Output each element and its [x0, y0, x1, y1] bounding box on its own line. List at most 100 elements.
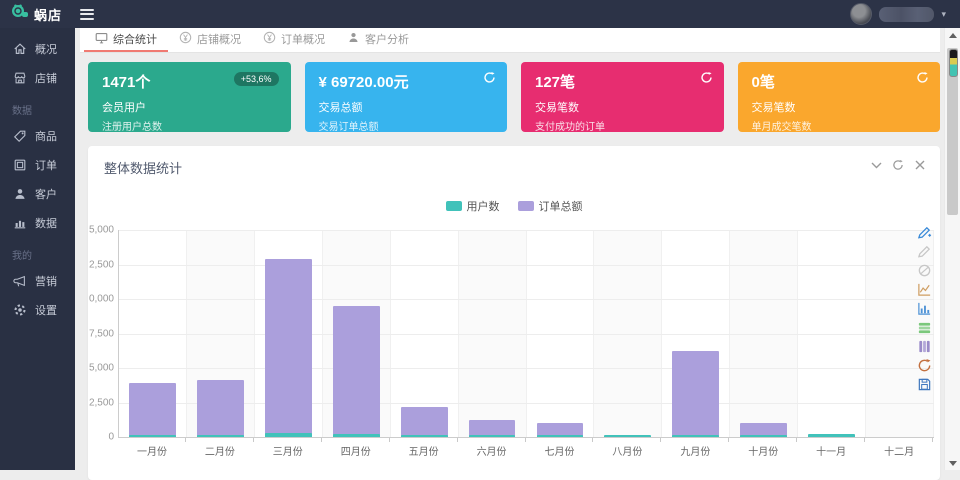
- sidebar-item-shop[interactable]: 店铺: [0, 63, 75, 92]
- tiled-icon[interactable]: [916, 338, 932, 354]
- x-axis-tick: [729, 438, 798, 442]
- sidebar-item-marketing[interactable]: 营销: [0, 266, 75, 295]
- stat-value: ¥ 69720.00元: [318, 74, 409, 91]
- hamburger-menu-icon[interactable]: [80, 8, 95, 20]
- stat-sublabel: 注册用户总数: [102, 122, 162, 133]
- tab-customer-analysis[interactable]: 客户分析: [336, 28, 420, 52]
- legend-item-order-total[interactable]: 订单总额: [517, 198, 583, 214]
- y-axis-label: 7,500: [88, 328, 114, 339]
- bar-订单总额-五月份: [400, 407, 448, 437]
- sidebar-item-label: 店铺: [35, 72, 57, 85]
- tab-label: 综合统计: [113, 34, 157, 46]
- tag-icon: [13, 129, 27, 143]
- person-icon: [347, 31, 360, 47]
- user-avatar[interactable]: [850, 3, 873, 25]
- page-scrollbar[interactable]: [944, 28, 960, 470]
- stat-card-members: 1471个 +53,6% 会员用户 注册用户总数: [88, 62, 291, 133]
- stat-card-revenue: ¥ 69720.00元 交易总额 交易订单总额: [304, 62, 507, 133]
- x-axis-label: 十二月: [884, 447, 915, 458]
- sidebar-item-goods[interactable]: 商品: [0, 121, 75, 150]
- y-axis-label: 5,000: [88, 362, 114, 374]
- bar-订单总额-二月份: [196, 380, 244, 437]
- bar-用户数-一月份: [129, 435, 176, 437]
- stat-label: 会员用户: [102, 102, 146, 114]
- sidebar-item-label: 营销: [35, 275, 57, 288]
- sidebar-item-settings[interactable]: 设置: [0, 295, 75, 324]
- legend-item-users[interactable]: 用户数: [445, 198, 500, 214]
- legend-label: 订单总额: [538, 201, 583, 213]
- save-image-icon[interactable]: [916, 376, 932, 392]
- marketing-icon: [13, 274, 27, 288]
- sidebar-item-label: 概况: [35, 43, 57, 56]
- pencil-disabled-icon[interactable]: [916, 243, 932, 259]
- x-axis-tick: [186, 438, 254, 442]
- bar-用户数-八月份: [604, 435, 652, 437]
- shop-icon: [13, 71, 27, 85]
- stat-label: 交易笔数: [751, 102, 796, 114]
- tab-overall-stats[interactable]: 综合统计: [84, 28, 168, 52]
- sidebar-section-header-data: 数据: [12, 106, 32, 117]
- x-axis-ticks: [118, 438, 934, 442]
- annotate-pencil-icon[interactable]: [916, 224, 932, 240]
- user-name-redacted[interactable]: [879, 6, 935, 22]
- x-axis-label: 五月份: [408, 447, 439, 458]
- sidebar-item-data[interactable]: 数据: [0, 208, 75, 237]
- restore-icon[interactable]: [916, 357, 932, 373]
- refresh-icon[interactable]: [892, 159, 904, 171]
- stat-cards-row: 1471个 +53,6% 会员用户 注册用户总数 ¥ 69720.00元 交易总…: [88, 62, 940, 133]
- gridline: [119, 333, 934, 335]
- stat-sublabel: 交易订单总额: [318, 122, 379, 133]
- chart-panel: 整体数据统计 用户数 订单总额 一月份 二月份 三月份 四月份 五月份 六月份 七月份 八月份…: [88, 146, 940, 480]
- switch-line-chart-icon[interactable]: [916, 281, 932, 297]
- x-axis-label: 二月份: [204, 447, 235, 458]
- stat-value: 127笔: [535, 74, 576, 91]
- sidebar-item-label: 商品: [35, 130, 57, 143]
- refresh-icon[interactable]: [700, 71, 713, 84]
- sidebar-item-overview[interactable]: 概况: [0, 34, 75, 63]
- stat-card-monthly-transactions: 0笔 交易笔数 单月成交笔数: [737, 62, 940, 133]
- growth-badge: +53,6%: [233, 72, 279, 86]
- brand-logo[interactable]: 蜗店: [0, 4, 62, 24]
- sidebar-item-orders[interactable]: 订单: [0, 150, 75, 179]
- gridline: [119, 368, 934, 369]
- gridline: [119, 299, 934, 300]
- x-axis-tick: [458, 438, 526, 442]
- eraser-icon[interactable]: [916, 262, 932, 278]
- gear-icon: [13, 303, 27, 317]
- x-axis-label: 十月份: [748, 447, 779, 458]
- scrollbar-up-arrow[interactable]: [945, 28, 960, 42]
- switch-bar-chart-icon[interactable]: [916, 300, 932, 316]
- x-axis-tick: [661, 438, 730, 442]
- tab-order-overview[interactable]: 订单概况: [252, 28, 336, 52]
- bar-订单总额-九月份: [672, 351, 720, 437]
- bar-用户数-二月份: [196, 434, 244, 437]
- tab-shop-overview[interactable]: 店铺概况: [168, 28, 252, 52]
- x-axis-label: 八月份: [612, 447, 643, 458]
- sidebar-section-header-mine: 我的: [12, 251, 32, 262]
- bar-用户数-五月份: [400, 435, 448, 437]
- collapse-chevron-icon[interactable]: [870, 159, 882, 171]
- stat-label: 交易笔数: [535, 102, 579, 114]
- scrollbar-down-arrow[interactable]: [945, 456, 960, 470]
- chevron-down-icon[interactable]: ▾: [941, 9, 946, 20]
- refresh-icon[interactable]: [483, 71, 496, 84]
- plot-area[interactable]: [118, 230, 935, 438]
- snail-logo-icon: [10, 4, 29, 24]
- x-axis-label: 一月份: [136, 447, 167, 458]
- y-axis-label: 5,000: [88, 224, 114, 236]
- scrollbar-marker: [949, 49, 958, 77]
- sidebar-item-label: 客户: [35, 188, 57, 201]
- sidebar-item-customers[interactable]: 客户: [0, 179, 75, 208]
- bar-chart-icon: [13, 216, 27, 230]
- x-axis-labels: 一月份 二月份 三月份 四月份 五月份 六月份 七月份 八月份 九月份 十月份 十一月 十二月: [118, 443, 933, 458]
- stack-icon[interactable]: [916, 319, 932, 335]
- brand-name: 蜗店: [34, 7, 63, 23]
- bar-用户数-十一月: [808, 434, 856, 437]
- refresh-icon[interactable]: [916, 71, 929, 84]
- yen-circle-icon: [263, 31, 276, 47]
- bar-用户数-七月份: [536, 435, 584, 437]
- tab-label: 店铺概况: [197, 34, 241, 46]
- sidebar-item-label: 订单: [35, 159, 57, 172]
- bar-用户数-九月份: [672, 435, 720, 437]
- close-icon[interactable]: [914, 159, 926, 171]
